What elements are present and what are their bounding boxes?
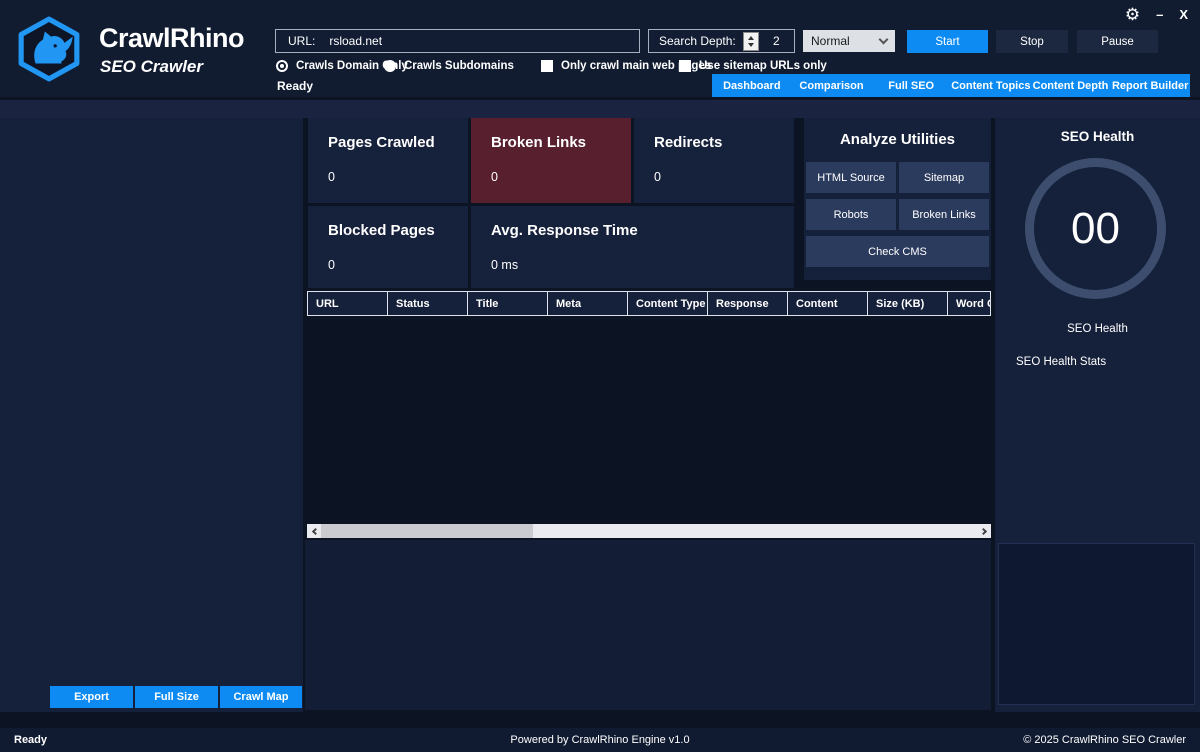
column-header-title[interactable]: Title bbox=[468, 292, 548, 315]
url-label: URL: bbox=[288, 34, 315, 48]
robots-button[interactable]: Robots bbox=[806, 199, 896, 230]
html-source-button[interactable]: HTML Source bbox=[806, 162, 896, 193]
app-window: CrawlRhino SEO Crawler ⚙ – X URL: rsload… bbox=[0, 0, 1200, 752]
app-title: CrawlRhino bbox=[99, 23, 244, 54]
seo-health-score: 00 bbox=[1071, 204, 1120, 254]
tab-comparison[interactable]: Comparison bbox=[792, 74, 872, 97]
tab-report-builder[interactable]: Report Builder bbox=[1110, 74, 1190, 97]
sitemap-button[interactable]: Sitemap bbox=[899, 162, 989, 193]
table-body-empty bbox=[307, 316, 991, 524]
seo-health-stats-caption: SEO Health Stats bbox=[1016, 356, 1106, 368]
crawl-speed-select[interactable]: Normal bbox=[803, 30, 895, 52]
scroll-right-arrow-icon[interactable] bbox=[977, 524, 991, 538]
column-header-meta[interactable]: Meta bbox=[548, 292, 628, 315]
export-button[interactable]: Export bbox=[50, 686, 133, 708]
broken-links-button[interactable]: Broken Links bbox=[899, 199, 989, 230]
start-button[interactable]: Start bbox=[907, 30, 988, 53]
search-depth-label: Search Depth: bbox=[659, 34, 736, 48]
stat-title: Avg. Response Time bbox=[491, 222, 638, 239]
left-panel bbox=[0, 118, 303, 712]
analyze-utilities-panel: Analyze Utilities HTML Source Sitemap Ro… bbox=[804, 118, 991, 280]
stat-card-avg-response-time: Avg. Response Time 0 ms bbox=[471, 206, 794, 288]
tab-dashboard[interactable]: Dashboard bbox=[712, 74, 792, 97]
stat-title: Redirects bbox=[654, 134, 722, 151]
radio-label: Crawls Subdomains bbox=[404, 60, 514, 72]
column-header-content[interactable]: Content bbox=[788, 292, 868, 315]
status-bar: Ready Powered by CrawlRhino Engine v1.0 … bbox=[0, 728, 1200, 752]
spinner-down-icon[interactable] bbox=[748, 43, 754, 47]
stat-card-pages-crawled: Pages Crawled 0 bbox=[308, 118, 468, 203]
chevron-down-icon bbox=[879, 35, 889, 45]
stat-card-blocked-pages: Blocked Pages 0 bbox=[308, 206, 468, 288]
tab-content-topics[interactable]: Content Topics bbox=[951, 74, 1031, 97]
statusbar-copyright-text: © 2025 CrawlRhino SEO Crawler bbox=[1023, 734, 1186, 746]
crawl-speed-value: Normal bbox=[811, 34, 850, 48]
tab-bar: Dashboard Comparison Full SEO Content To… bbox=[712, 74, 1190, 97]
bottom-detail-panel bbox=[305, 540, 991, 710]
seo-health-caption: SEO Health bbox=[995, 323, 1200, 335]
column-header-status[interactable]: Status bbox=[388, 292, 468, 315]
header-divider-band bbox=[0, 100, 1200, 118]
analyze-utilities-title: Analyze Utilities bbox=[804, 131, 991, 148]
url-input[interactable]: URL: rsload.net bbox=[275, 29, 640, 53]
check-cms-button[interactable]: Check CMS bbox=[806, 236, 989, 267]
status-ready-text: Ready bbox=[277, 79, 313, 93]
app-subtitle: SEO Crawler bbox=[100, 57, 203, 77]
seo-health-stats-panel bbox=[998, 543, 1195, 705]
horizontal-scrollbar[interactable] bbox=[307, 524, 991, 538]
close-button[interactable]: X bbox=[1179, 4, 1188, 26]
minimize-button[interactable]: – bbox=[1156, 4, 1163, 26]
rhino-logo-icon bbox=[16, 16, 82, 82]
stat-title: Blocked Pages bbox=[328, 222, 435, 239]
stat-title: Pages Crawled bbox=[328, 134, 435, 151]
crawl-map-button[interactable]: Crawl Map bbox=[220, 686, 302, 708]
stat-value: 0 ms bbox=[491, 258, 518, 272]
column-header-word-count[interactable]: Word Co bbox=[948, 292, 991, 315]
seo-health-title: SEO Health bbox=[995, 129, 1200, 144]
tab-full-seo[interactable]: Full SEO bbox=[871, 74, 951, 97]
stat-title: Broken Links bbox=[491, 134, 586, 151]
stat-card-broken-links: Broken Links 0 bbox=[471, 118, 631, 203]
search-depth-field[interactable]: Search Depth: 2 bbox=[648, 29, 795, 53]
full-size-button[interactable]: Full Size bbox=[135, 686, 218, 708]
stat-value: 0 bbox=[328, 170, 335, 184]
pause-button[interactable]: Pause bbox=[1077, 30, 1158, 53]
search-depth-stepper[interactable] bbox=[743, 32, 759, 51]
column-header-response[interactable]: Response bbox=[708, 292, 788, 315]
radio-selected-icon[interactable] bbox=[276, 60, 288, 72]
search-depth-value: 2 bbox=[759, 34, 794, 48]
stop-button[interactable]: Stop bbox=[996, 30, 1068, 53]
checkbox-icon[interactable] bbox=[541, 60, 553, 72]
spinner-up-icon[interactable] bbox=[748, 36, 754, 40]
checkbox-label: Use sitemap URLs only bbox=[699, 60, 827, 72]
scrollbar-thumb[interactable] bbox=[321, 524, 533, 538]
stat-value: 0 bbox=[328, 258, 335, 272]
window-controls: ⚙ – X bbox=[1125, 4, 1188, 26]
radio-crawls-subdomains[interactable]: Crawls Subdomains bbox=[384, 59, 514, 73]
column-header-url[interactable]: URL bbox=[308, 292, 388, 315]
url-value: rsload.net bbox=[329, 34, 382, 48]
checkbox-icon[interactable] bbox=[679, 60, 691, 72]
column-header-size-kb[interactable]: Size (KB) bbox=[868, 292, 948, 315]
table-header-row: URL Status Title Meta Content Type Respo… bbox=[307, 291, 991, 316]
stat-card-redirects: Redirects 0 bbox=[634, 118, 794, 203]
settings-gear-icon[interactable]: ⚙ bbox=[1125, 4, 1140, 26]
radio-icon[interactable] bbox=[384, 60, 396, 72]
tab-content-depth[interactable]: Content Depth bbox=[1031, 74, 1111, 97]
column-header-content-type[interactable]: Content Type bbox=[628, 292, 708, 315]
seo-health-ring: 00 bbox=[1025, 158, 1166, 299]
stat-value: 0 bbox=[491, 170, 498, 184]
stat-value: 0 bbox=[654, 170, 661, 184]
checkbox-sitemap-urls-only[interactable]: Use sitemap URLs only bbox=[679, 59, 827, 73]
scroll-left-arrow-icon[interactable] bbox=[307, 524, 321, 538]
statusbar-powered-by: Powered by CrawlRhino Engine v1.0 bbox=[0, 734, 1200, 746]
